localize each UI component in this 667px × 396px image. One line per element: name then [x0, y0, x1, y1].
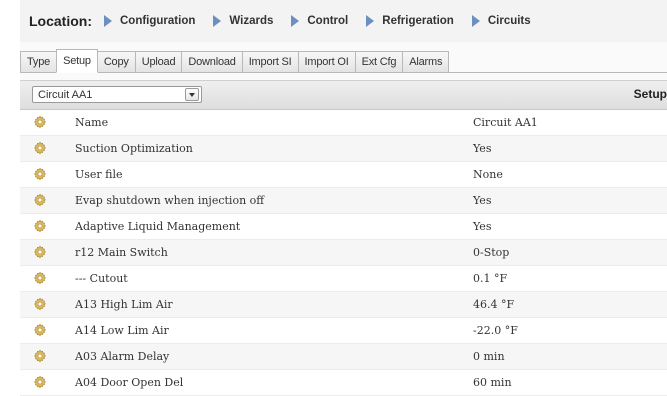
- row-name: --- Cutout: [75, 272, 128, 285]
- gear-icon[interactable]: [33, 323, 47, 337]
- gear-icon[interactable]: [33, 349, 47, 363]
- tab-type[interactable]: Type: [20, 51, 58, 72]
- breadcrumb-item-refrigeration[interactable]: Refrigeration: [382, 15, 454, 27]
- row-value[interactable]: -22.0 °F: [473, 324, 518, 337]
- row-name: A13 High Lim Air: [75, 298, 173, 311]
- gear-icon[interactable]: [33, 375, 47, 389]
- row-value[interactable]: 60 min: [473, 376, 512, 389]
- row-value[interactable]: None: [473, 168, 503, 181]
- chevron-down-icon[interactable]: [185, 88, 199, 101]
- breadcrumb-arrow-icon: [471, 15, 480, 27]
- row-name: A04 Door Open Del: [75, 376, 184, 389]
- breadcrumb-item-circuits[interactable]: Circuits: [488, 15, 531, 27]
- tab-download[interactable]: Download: [181, 51, 243, 72]
- gear-icon[interactable]: [33, 141, 47, 155]
- table-row[interactable]: Suction Optimization Yes: [20, 136, 667, 162]
- row-value[interactable]: Circuit AA1: [473, 116, 538, 129]
- gear-icon[interactable]: [33, 297, 47, 311]
- breadcrumb-arrow-icon: [213, 15, 222, 27]
- section-title: Setup: [633, 87, 667, 101]
- row-name: User file: [75, 168, 123, 181]
- table-row[interactable]: Evap shutdown when injection off Yes: [20, 188, 667, 214]
- breadcrumb: Location: Configuration Wizards Control …: [20, 0, 667, 42]
- row-value[interactable]: Yes: [473, 220, 491, 233]
- table-row[interactable]: A13 High Lim Air 46.4 °F: [20, 292, 667, 318]
- tab-setup[interactable]: Setup: [56, 49, 98, 73]
- table-row[interactable]: Name Circuit AA1: [20, 110, 667, 136]
- row-name: Name: [75, 116, 109, 129]
- row-value[interactable]: 0-Stop: [473, 246, 509, 259]
- breadcrumb-label: Location:: [29, 13, 92, 29]
- tab-upload[interactable]: Upload: [134, 51, 183, 72]
- row-name: Suction Optimization: [75, 142, 193, 155]
- row-name: r12 Main Switch: [75, 246, 168, 259]
- table-row[interactable]: A04 Door Open Del 60 min: [20, 370, 667, 396]
- circuit-select[interactable]: Circuit AA1: [32, 86, 202, 103]
- breadcrumb-arrow-icon: [104, 15, 112, 27]
- row-value[interactable]: Yes: [473, 194, 491, 207]
- breadcrumb-arrow-icon: [366, 15, 375, 27]
- tab-alarms[interactable]: Alarms: [402, 51, 450, 72]
- row-value[interactable]: 46.4 °F: [473, 298, 514, 311]
- breadcrumb-item-wizards[interactable]: Wizards: [229, 15, 273, 27]
- row-name: A14 Low Lim Air: [75, 324, 169, 337]
- settings-list: Name Circuit AA1 Suction Optimization Yes …: [20, 110, 667, 396]
- table-row[interactable]: A03 Alarm Delay 0 min: [20, 344, 667, 370]
- gear-icon[interactable]: [33, 167, 47, 181]
- row-value[interactable]: 0.1 °F: [473, 272, 507, 285]
- row-name: A03 Alarm Delay: [75, 350, 170, 363]
- table-row[interactable]: --- Cutout 0.1 °F: [20, 266, 667, 292]
- breadcrumb-arrow-icon: [291, 15, 300, 27]
- tab-import-si[interactable]: Import SI: [241, 51, 299, 72]
- tab-import-oi[interactable]: Import OI: [297, 51, 356, 72]
- table-row[interactable]: Adaptive Liquid Management Yes: [20, 214, 667, 240]
- row-name: Adaptive Liquid Management: [75, 220, 241, 233]
- table-row[interactable]: User file None: [20, 162, 667, 188]
- gear-icon[interactable]: [33, 245, 47, 259]
- tab-bar: Type Setup Copy Upload Download Import S…: [20, 49, 667, 73]
- circuit-select-value: Circuit AA1: [38, 89, 93, 101]
- gear-icon[interactable]: [33, 219, 47, 233]
- gear-icon[interactable]: [33, 271, 47, 285]
- table-row[interactable]: A14 Low Lim Air -22.0 °F: [20, 318, 667, 344]
- tab-ext-cfg[interactable]: Ext Cfg: [354, 51, 404, 72]
- row-name: Evap shutdown when injection off: [75, 194, 265, 207]
- breadcrumb-item-configuration[interactable]: Configuration: [120, 15, 195, 27]
- breadcrumb-item-control[interactable]: Control: [307, 15, 348, 27]
- table-row[interactable]: r12 Main Switch 0-Stop: [20, 240, 667, 266]
- toolbar: Circuit AA1 Setup: [20, 80, 667, 110]
- row-value[interactable]: Yes: [473, 142, 491, 155]
- gear-icon[interactable]: [33, 115, 47, 129]
- gear-icon[interactable]: [33, 193, 47, 207]
- tab-copy[interactable]: Copy: [96, 51, 136, 72]
- row-value[interactable]: 0 min: [473, 350, 505, 363]
